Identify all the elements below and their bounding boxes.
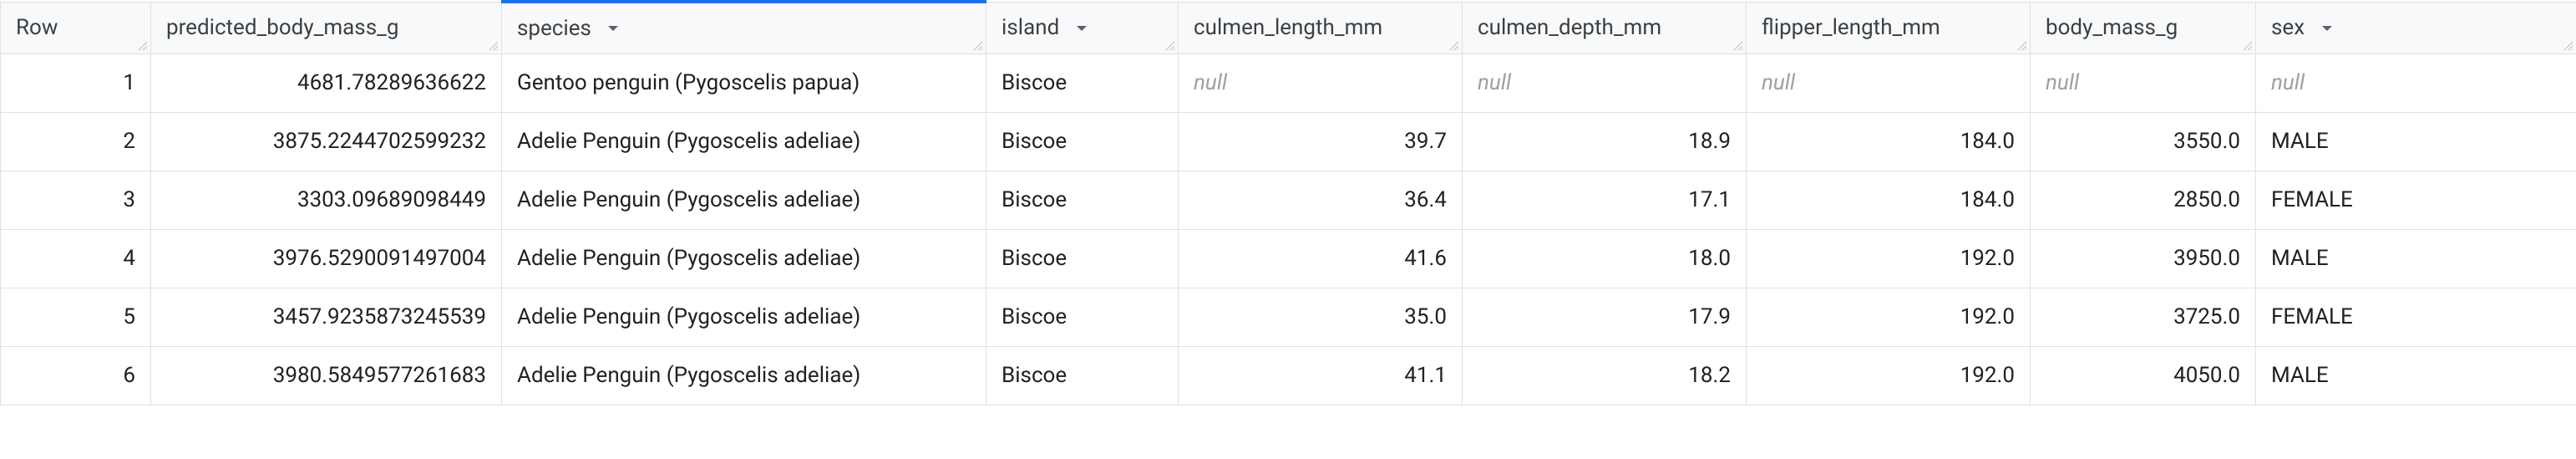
cell-culmen-depth-mm[interactable]: 17.1 — [1463, 171, 1747, 229]
cell-island[interactable]: Biscoe — [986, 112, 1179, 171]
cell-flipper-length-mm[interactable]: 192.0 — [1747, 288, 2031, 346]
table-row: 63980.5849577261683Adelie Penguin (Pygos… — [1, 346, 2576, 405]
header-row: Row predicted_body_mass_g species island… — [1, 2, 2576, 54]
cell-culmen-depth-mm[interactable]: 18.9 — [1463, 112, 1747, 171]
cell-culmen-length-mm[interactable]: 39.7 — [1179, 112, 1463, 171]
cell-sex[interactable]: MALE — [2256, 112, 2576, 171]
cell-culmen-depth-mm[interactable]: 18.0 — [1463, 229, 1747, 288]
cell-island[interactable]: Biscoe — [986, 54, 1179, 112]
col-header-sex[interactable]: sex — [2256, 2, 2576, 54]
cell-species[interactable]: Adelie Penguin (Pygoscelis adeliae) — [502, 112, 986, 171]
cell-row[interactable]: 3 — [1, 171, 151, 229]
col-header-culmen-depth-mm[interactable]: culmen_depth_mm — [1463, 2, 1747, 54]
resize-handle-icon — [1732, 40, 1744, 52]
col-header-species[interactable]: species — [502, 2, 986, 54]
table-body: 14681.78289636622Gentoo penguin (Pygosce… — [1, 54, 2576, 405]
table-row: 53457.9235873245539Adelie Penguin (Pygos… — [1, 288, 2576, 346]
cell-species[interactable]: Adelie Penguin (Pygoscelis adeliae) — [502, 171, 986, 229]
table-row: 23875.2244702599232Adelie Penguin (Pygos… — [1, 112, 2576, 171]
cell-island[interactable]: Biscoe — [986, 346, 1179, 405]
cell-flipper-length-mm[interactable]: 192.0 — [1747, 346, 2031, 405]
col-header-predicted-body-mass-g[interactable]: predicted_body_mass_g — [151, 2, 502, 54]
cell-culmen-length-mm[interactable]: null — [1179, 54, 1463, 112]
results-table: Row predicted_body_mass_g species island… — [0, 0, 2576, 405]
col-header-species-label: species — [517, 16, 591, 41]
cell-species[interactable]: Gentoo penguin (Pygoscelis papua) — [502, 54, 986, 112]
cell-culmen-length-mm[interactable]: 41.6 — [1179, 229, 1463, 288]
cell-body-mass-g[interactable]: 4050.0 — [2031, 346, 2256, 405]
col-header-body-mass-g[interactable]: body_mass_g — [2031, 2, 2256, 54]
cell-body-mass-g[interactable]: 3725.0 — [2031, 288, 2256, 346]
resize-handle-icon — [972, 40, 984, 52]
dropdown-icon[interactable] — [1073, 20, 1090, 37]
cell-culmen-length-mm[interactable]: 41.1 — [1179, 346, 1463, 405]
col-header-flipper-length-mm[interactable]: flipper_length_mm — [1747, 2, 2031, 54]
cell-predicted-body-mass-g[interactable]: 4681.78289636622 — [151, 54, 502, 112]
cell-body-mass-g[interactable]: 3950.0 — [2031, 229, 2256, 288]
col-header-body-mass-g-label: body_mass_g — [2046, 16, 2178, 41]
cell-predicted-body-mass-g[interactable]: 3303.09689098449 — [151, 171, 502, 229]
resize-handle-icon — [137, 40, 149, 52]
cell-sex[interactable]: MALE — [2256, 346, 2576, 405]
resize-handle-icon — [2242, 40, 2254, 52]
resize-handle-icon — [1448, 40, 1460, 52]
cell-row[interactable]: 4 — [1, 229, 151, 288]
cell-row[interactable]: 5 — [1, 288, 151, 346]
cell-predicted-body-mass-g[interactable]: 3980.5849577261683 — [151, 346, 502, 405]
resize-handle-icon — [1164, 40, 1176, 52]
cell-predicted-body-mass-g[interactable]: 3875.2244702599232 — [151, 112, 502, 171]
cell-culmen-depth-mm[interactable]: 18.2 — [1463, 346, 1747, 405]
cell-island[interactable]: Biscoe — [986, 171, 1179, 229]
table-row: 33303.09689098449Adelie Penguin (Pygosce… — [1, 171, 2576, 229]
cell-culmen-depth-mm[interactable]: null — [1463, 54, 1747, 112]
cell-sex[interactable]: null — [2256, 54, 2576, 112]
resize-handle-icon — [2016, 40, 2028, 52]
col-header-island[interactable]: island — [986, 2, 1179, 54]
cell-sex[interactable]: MALE — [2256, 229, 2576, 288]
cell-flipper-length-mm[interactable]: 192.0 — [1747, 229, 2031, 288]
cell-culmen-length-mm[interactable]: 36.4 — [1179, 171, 1463, 229]
col-header-culmen-depth-mm-label: culmen_depth_mm — [1478, 16, 1661, 41]
cell-body-mass-g[interactable]: null — [2031, 54, 2256, 112]
col-header-flipper-length-mm-label: flipper_length_mm — [1762, 16, 1940, 41]
cell-flipper-length-mm[interactable]: 184.0 — [1747, 171, 2031, 229]
cell-island[interactable]: Biscoe — [986, 288, 1179, 346]
cell-species[interactable]: Adelie Penguin (Pygoscelis adeliae) — [502, 346, 986, 405]
cell-culmen-depth-mm[interactable]: 17.9 — [1463, 288, 1747, 346]
cell-sex[interactable]: FEMALE — [2256, 171, 2576, 229]
cell-species[interactable]: Adelie Penguin (Pygoscelis adeliae) — [502, 288, 986, 346]
cell-culmen-length-mm[interactable]: 35.0 — [1179, 288, 1463, 346]
cell-row[interactable]: 2 — [1, 112, 151, 171]
cell-species[interactable]: Adelie Penguin (Pygoscelis adeliae) — [502, 229, 986, 288]
col-header-culmen-length-mm[interactable]: culmen_length_mm — [1179, 2, 1463, 54]
col-header-island-label: island — [1001, 16, 1059, 41]
dropdown-icon[interactable] — [605, 20, 621, 37]
cell-island[interactable]: Biscoe — [986, 229, 1179, 288]
cell-row[interactable]: 6 — [1, 346, 151, 405]
table-row: 43976.5290091497004Adelie Penguin (Pygos… — [1, 229, 2576, 288]
cell-body-mass-g[interactable]: 3550.0 — [2031, 112, 2256, 171]
col-header-row-label: Row — [16, 16, 58, 41]
dropdown-icon[interactable] — [2319, 20, 2335, 37]
col-header-row[interactable]: Row — [1, 2, 151, 54]
col-header-sex-label: sex — [2271, 16, 2305, 41]
cell-body-mass-g[interactable]: 2850.0 — [2031, 171, 2256, 229]
cell-predicted-body-mass-g[interactable]: 3457.9235873245539 — [151, 288, 502, 346]
resize-handle-icon — [2563, 40, 2574, 52]
cell-flipper-length-mm[interactable]: null — [1747, 54, 2031, 112]
cell-predicted-body-mass-g[interactable]: 3976.5290091497004 — [151, 229, 502, 288]
col-header-predicted-body-mass-g-label: predicted_body_mass_g — [166, 16, 398, 41]
cell-sex[interactable]: FEMALE — [2256, 288, 2576, 346]
table-row: 14681.78289636622Gentoo penguin (Pygosce… — [1, 54, 2576, 112]
cell-flipper-length-mm[interactable]: 184.0 — [1747, 112, 2031, 171]
resize-handle-icon — [488, 40, 499, 52]
cell-row[interactable]: 1 — [1, 54, 151, 112]
col-header-culmen-length-mm-label: culmen_length_mm — [1194, 16, 1382, 41]
